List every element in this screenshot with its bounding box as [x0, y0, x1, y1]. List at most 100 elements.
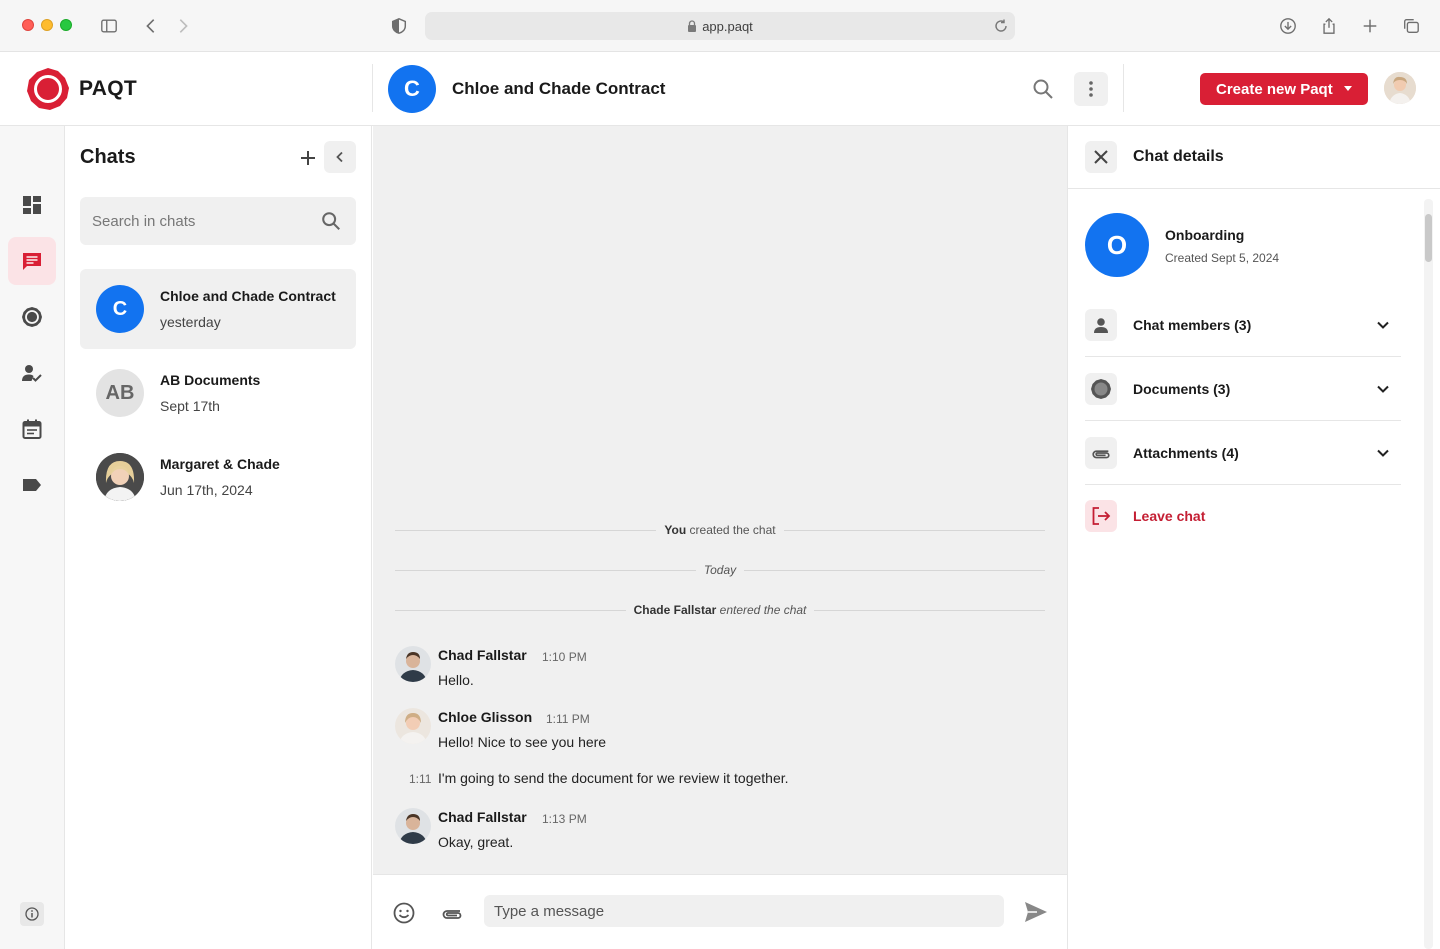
author-avatar[interactable]	[395, 708, 431, 744]
reload-icon[interactable]	[993, 18, 1009, 34]
new-chat-button[interactable]	[296, 146, 320, 170]
sidebar-toggle-icon[interactable]	[97, 14, 121, 38]
brand-name: PAQT	[79, 77, 137, 100]
chat-icon	[23, 253, 41, 270]
privacy-shield-icon[interactable]	[387, 14, 411, 38]
address-text: app.paqt	[702, 18, 753, 34]
paqt-icon	[1085, 373, 1117, 405]
brand-logo[interactable]: PAQT	[26, 67, 137, 111]
more-options-button[interactable]	[1074, 72, 1108, 106]
system-event: You created the chat	[395, 520, 1045, 540]
close-icon	[1094, 150, 1108, 164]
caret-down-icon	[1344, 86, 1352, 91]
plus-icon	[301, 151, 315, 165]
message-input[interactable]	[484, 895, 1004, 927]
search-icon[interactable]	[320, 210, 342, 232]
chevron-left-icon	[336, 151, 343, 163]
chat-members-section[interactable]: Chat members (3)	[1085, 293, 1401, 357]
close-details-button[interactable]	[1085, 141, 1117, 173]
details-scrollbar[interactable]	[1424, 199, 1433, 949]
paqt-logo-icon	[27, 68, 69, 110]
attachment-icon[interactable]	[440, 901, 464, 925]
author-name: Chad Fallstar	[438, 809, 527, 825]
section-label: Chat members (3)	[1133, 317, 1252, 333]
share-icon[interactable]	[1317, 14, 1341, 38]
chat-list-item[interactable]: C Chloe and Chade Contract yesterday	[80, 269, 356, 349]
zoom-window-button[interactable]	[60, 19, 72, 31]
chevron-down-icon	[1377, 449, 1389, 457]
chat-list-item[interactable]: Margaret & Chade Jun 17th, 2024	[80, 437, 356, 517]
create-new-paqt-button[interactable]: Create new Paqt	[1200, 73, 1368, 105]
calendar-icon	[22, 419, 42, 439]
left-rail	[0, 126, 65, 949]
chat-date: Jun 17th, 2024	[160, 482, 253, 498]
event-text: created the chat	[689, 523, 776, 537]
message: Chloe Glisson 1:11 PM Hello! Nice to see…	[395, 708, 1045, 788]
attachment-icon	[1085, 437, 1117, 469]
system-event: Chade Fallstar entered the chat	[395, 600, 1045, 620]
documents-section[interactable]: Documents (3)	[1085, 357, 1401, 421]
paqt-icon	[22, 307, 42, 327]
author-avatar[interactable]	[395, 808, 431, 844]
info-button[interactable]	[20, 902, 44, 926]
user-check-icon	[22, 365, 42, 382]
message: Chad Fallstar 1:10 PM Hello.	[395, 646, 1045, 696]
section-label: Documents (3)	[1133, 381, 1231, 397]
section-label: Attachments (4)	[1133, 445, 1239, 461]
back-icon[interactable]	[139, 14, 163, 38]
emoji-icon[interactable]	[392, 901, 416, 925]
message-text: Hello! Nice to see you here	[438, 734, 607, 750]
group-name: Onboarding	[1165, 227, 1245, 243]
minimize-window-button[interactable]	[41, 19, 53, 31]
download-icon[interactable]	[1276, 14, 1300, 38]
more-vertical-icon	[1089, 81, 1093, 97]
dashboard-icon	[23, 196, 41, 214]
attachments-section[interactable]: Attachments (4)	[1085, 421, 1401, 485]
chats-panel: Chats C Chloe and Chade Contract yesterd…	[65, 126, 372, 949]
scrollbar-thumb[interactable]	[1425, 214, 1432, 262]
author-name: Chad Fallstar	[438, 647, 527, 663]
author-avatar[interactable]	[395, 646, 431, 682]
chat-details-panel: Chat details O Onboarding Created Sept 5…	[1067, 126, 1440, 949]
message-text: Hello.	[438, 672, 474, 688]
message-composer	[373, 874, 1067, 949]
header-divider	[372, 64, 373, 112]
nav-calendar[interactable]	[8, 405, 56, 453]
details-title: Chat details	[1133, 148, 1224, 165]
forward-icon[interactable]	[171, 14, 195, 38]
search-icon[interactable]	[1031, 77, 1055, 101]
address-bar[interactable]: app.paqt	[425, 12, 1015, 40]
chat-avatar: C	[388, 65, 436, 113]
user-avatar[interactable]	[1384, 72, 1416, 104]
date-label: Today	[703, 563, 737, 577]
chat-search-input[interactable]	[80, 197, 356, 245]
message-time: 1:11	[409, 772, 432, 786]
nav-paqts[interactable]	[8, 293, 56, 341]
leave-chat-button[interactable]: Leave chat	[1085, 500, 1285, 532]
chevron-down-icon	[1377, 321, 1389, 329]
group-avatar: O	[1085, 213, 1149, 277]
collapse-panel-button[interactable]	[324, 141, 356, 173]
message-time: 1:13 PM	[542, 812, 587, 826]
date-separator: Today	[395, 560, 1045, 580]
author-name: Chloe Glisson	[438, 709, 533, 725]
close-window-button[interactable]	[22, 19, 34, 31]
event-actor: Chade Fallstar	[633, 603, 717, 617]
chats-title: Chats	[80, 146, 136, 168]
nav-chats[interactable]	[8, 237, 56, 285]
message-text: I'm going to send the document for we re…	[438, 770, 789, 786]
send-icon[interactable]	[1023, 899, 1049, 925]
tab-overview-icon[interactable]	[1399, 14, 1423, 38]
chat-list-item[interactable]: AB AB Documents Sept 17th	[80, 353, 356, 433]
create-button-label: Create new Paqt	[1216, 80, 1333, 98]
details-header: Chat details	[1068, 126, 1440, 189]
nav-labels[interactable]	[8, 461, 56, 509]
nav-dashboard[interactable]	[8, 181, 56, 229]
nav-signers[interactable]	[8, 349, 56, 397]
header-divider	[1123, 64, 1124, 112]
leave-chat-label: Leave chat	[1133, 508, 1206, 524]
new-tab-icon[interactable]	[1358, 14, 1382, 38]
chat-name: AB Documents	[160, 372, 261, 388]
logout-icon	[1085, 500, 1117, 532]
tag-icon	[23, 479, 41, 491]
